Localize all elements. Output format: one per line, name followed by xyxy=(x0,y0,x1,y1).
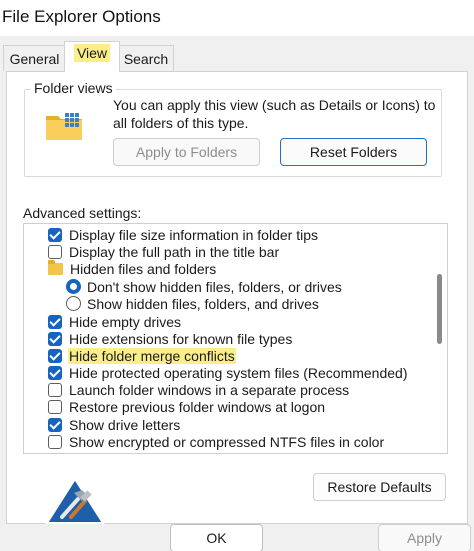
file-explorer-options-dialog: File Explorer Options General Search Vie… xyxy=(0,0,474,551)
ok-button[interactable]: OK xyxy=(170,524,263,551)
hammer-wrench-logo-icon xyxy=(45,477,105,524)
radio-unselected[interactable] xyxy=(66,296,81,311)
setting-label: Show encrypted or compressed NTFS files … xyxy=(69,433,385,450)
checkbox-checked[interactable] xyxy=(48,314,62,329)
setting-label: Hidden files and folders xyxy=(70,260,217,277)
setting-label: Show hidden files, folders, and drives xyxy=(87,295,319,312)
setting-launch-separate-process[interactable]: Launch folder windows in a separate proc… xyxy=(48,381,350,398)
setting-hide-protected-os-files[interactable]: Hide protected operating system files (R… xyxy=(48,364,409,381)
reset-folders-button[interactable]: Reset Folders xyxy=(280,138,427,166)
window-title: File Explorer Options xyxy=(2,7,161,26)
tab-search[interactable]: Search xyxy=(118,45,174,71)
setting-show-encrypted-color[interactable]: Show encrypted or compressed NTFS files … xyxy=(48,433,385,450)
checkbox-unchecked[interactable] xyxy=(48,244,62,259)
setting-label: Show drive letters xyxy=(69,416,181,433)
setting-label: Launch folder windows in a separate proc… xyxy=(69,381,350,398)
tab-general-label: General xyxy=(9,50,60,67)
setting-hide-folder-merge-conflicts[interactable]: Hide folder merge conflicts xyxy=(48,347,236,364)
checkbox-checked[interactable] xyxy=(48,417,62,432)
setting-label-highlighted: Hide folder merge conflicts xyxy=(68,347,236,364)
folder-grid-icon xyxy=(46,113,82,140)
checkbox-unchecked[interactable] xyxy=(48,399,62,414)
checkbox-unchecked[interactable] xyxy=(48,434,62,449)
checkbox-checked[interactable] xyxy=(48,365,62,380)
setting-label: Hide protected operating system files (R… xyxy=(69,364,408,381)
checkbox-checked[interactable] xyxy=(48,227,62,242)
scrollbar-thumb[interactable] xyxy=(437,274,442,344)
setting-label: Display the full path in the title bar xyxy=(69,243,280,260)
folder-views-label: Folder views xyxy=(31,80,116,96)
apply-to-folders-button[interactable]: Apply to Folders xyxy=(113,138,260,166)
hidden-files-folder-node: Hidden files and folders xyxy=(48,259,217,277)
setting-display-full-path[interactable]: Display the full path in the title bar xyxy=(48,243,280,260)
setting-label: Don't show hidden files, folders, or dri… xyxy=(87,278,342,295)
setting-label: Display file size information in folder … xyxy=(69,226,318,243)
checkbox-unchecked[interactable] xyxy=(48,382,62,397)
checkbox-checked[interactable] xyxy=(48,331,62,346)
title-bar[interactable]: File Explorer Options xyxy=(0,0,474,36)
tab-search-label: Search xyxy=(123,50,169,67)
setting-label: Hide empty drives xyxy=(69,313,182,330)
apply-button[interactable]: Apply xyxy=(378,524,471,551)
setting-restore-previous-windows[interactable]: Restore previous folder windows at logon xyxy=(48,398,326,415)
tab-general[interactable]: General xyxy=(3,45,66,71)
advanced-settings-label: Advanced settings: xyxy=(23,205,142,221)
setting-hide-empty-drives[interactable]: Hide empty drives xyxy=(48,313,182,330)
radio-selected[interactable] xyxy=(66,279,81,294)
tree-scrollbar[interactable] xyxy=(431,224,447,453)
setting-display-file-size-info[interactable]: Display file size information in folder … xyxy=(48,226,319,243)
setting-hide-extensions[interactable]: Hide extensions for known file types xyxy=(48,330,293,347)
restore-defaults-button[interactable]: Restore Defaults xyxy=(313,473,446,501)
setting-label: Hide extensions for known file types xyxy=(69,330,293,347)
folder-views-description: You can apply this view (such as Details… xyxy=(113,97,436,131)
folder-icon xyxy=(48,259,63,275)
tab-view[interactable]: View xyxy=(64,41,120,72)
setting-show-drive-letters[interactable]: Show drive letters xyxy=(48,416,181,433)
setting-show-hidden[interactable]: Show hidden files, folders, and drives xyxy=(66,295,320,312)
setting-dont-show-hidden[interactable]: Don't show hidden files, folders, or dri… xyxy=(66,278,343,295)
advanced-settings-tree[interactable]: Display file size information in folder … xyxy=(23,223,448,454)
setting-label: Restore previous folder windows at logon xyxy=(69,398,326,415)
checkbox-checked[interactable] xyxy=(48,348,62,363)
tab-view-label: View xyxy=(73,44,111,62)
